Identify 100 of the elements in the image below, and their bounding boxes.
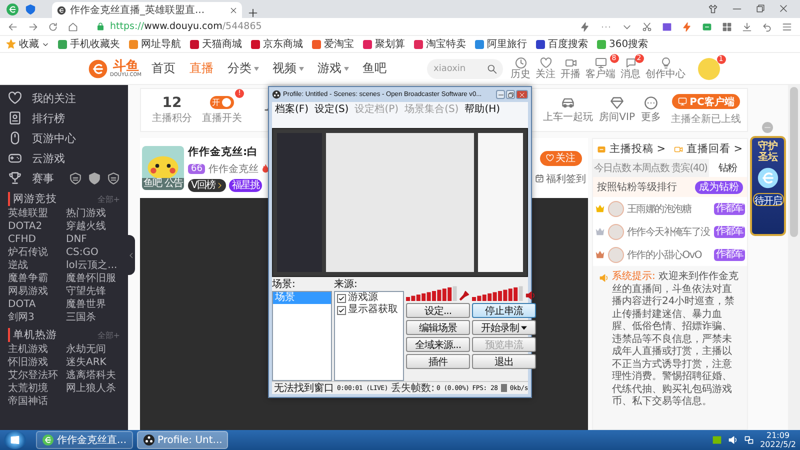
browser-tab[interactable]: 作作金克丝直播_英雄联盟直... (52, 2, 242, 18)
game-category-link[interactable]: 热门游戏 (66, 207, 106, 220)
game-category-link[interactable]: DOTA (8, 298, 36, 311)
volume-icon[interactable] (728, 435, 738, 445)
panel-link[interactable]: 主播投稿 > (597, 142, 666, 156)
room-action[interactable]: 上车一起玩 (543, 96, 594, 124)
sidebar-item[interactable]: 赛事 (8, 168, 120, 188)
streamer-name[interactable]: 作作金克丝 (208, 162, 258, 176)
rank-badge[interactable]: V回榜 (188, 178, 226, 192)
window-button[interactable]: 设定... (406, 303, 470, 318)
extension-icon[interactable] (702, 22, 712, 32)
game-category-link[interactable]: 魔兽世界 (66, 298, 106, 311)
nav-link[interactable]: 鱼吧 (362, 60, 386, 77)
game-category-link[interactable]: 逃离塔科夫 (66, 369, 116, 382)
download-icon[interactable] (742, 22, 752, 32)
sidebar-item[interactable]: 我的关注 (8, 88, 120, 108)
window-button[interactable]: 全域来源... (406, 337, 470, 352)
game-category-link[interactable]: 魔兽争霸 (8, 272, 48, 285)
game-category-link[interactable]: 迷失ARK (66, 356, 106, 369)
tray-clock[interactable]: 21:09 2022/5/2 (760, 431, 796, 449)
game-category-link[interactable]: 英雄联盟 (8, 207, 48, 220)
header-action[interactable]: 关注 (536, 57, 556, 80)
check-in-link[interactable]: 福利签到 (535, 172, 586, 186)
game-category-link[interactable]: CS:GO (66, 246, 98, 259)
avatar-tag[interactable]: 鱼吧 (144, 178, 162, 190)
bookmark-link[interactable]: 爱淘宝 (324, 37, 354, 51)
sidebar-item[interactable]: 排行榜 (8, 108, 120, 128)
nav-link[interactable]: 视频 (272, 60, 304, 77)
game-category-link[interactable]: lol云顶之... (66, 259, 118, 272)
ranking-row[interactable]: 作作的小甜心OvO 作都军 (593, 243, 747, 266)
room-action[interactable]: 房间VIP (599, 96, 635, 124)
new-tab-icon[interactable] (248, 8, 258, 18)
scrollbar[interactable] (788, 85, 800, 430)
game-category-link[interactable]: 三国杀 (66, 311, 96, 324)
bookmark-link[interactable]: 360搜索 (609, 37, 648, 51)
bookmark-link[interactable]: 京东商城 (263, 37, 303, 51)
ranking-row[interactable]: 王雨娜的泡泡糖 作都军 (593, 197, 747, 220)
close-button[interactable] (516, 90, 528, 99)
menu-item[interactable]: 帮助(H) (464, 102, 500, 116)
bookmark-link[interactable]: 聚划算 (375, 37, 405, 51)
back-icon[interactable] (8, 22, 18, 32)
game-category-link[interactable]: 穿越火线 (66, 220, 106, 233)
game-category-link[interactable]: 网易游戏 (8, 285, 48, 298)
lightning-icon[interactable] (580, 22, 590, 32)
forward-icon[interactable] (28, 22, 38, 32)
header-action[interactable]: 历史 (510, 57, 530, 80)
game-category-link[interactable]: 艾尔登法环 (8, 369, 58, 382)
bookmark-link[interactable]: 阿里旅行 (487, 37, 527, 51)
ranking-row[interactable]: 作作今天补俺车了没 作都军 (593, 220, 747, 243)
avatar-tag[interactable]: 公告 (164, 178, 182, 190)
nav-link[interactable]: 分类 (228, 60, 258, 77)
game-category-link[interactable]: DOTA2 (8, 220, 42, 233)
sidebar-item[interactable]: 云游戏 (8, 148, 120, 168)
window-button[interactable]: 停止串流 (472, 303, 536, 318)
panel-link[interactable]: 直播回看 > (674, 142, 743, 156)
collapse-handle[interactable] (128, 235, 135, 275)
bookmark-link[interactable]: 百度搜索 (548, 37, 588, 51)
source-item[interactable]: 游戏源 (348, 292, 378, 304)
game-category-link[interactable]: CFHD (8, 233, 36, 246)
game-category-link[interactable]: 守望先锋 (66, 285, 106, 298)
menu-item[interactable]: 档案(F) (275, 102, 309, 116)
game-category-link[interactable]: 魔兽怀旧服 (66, 272, 116, 285)
header-action[interactable]: 开播 (560, 57, 580, 80)
bookmark-link[interactable]: 天猫商城 (202, 37, 242, 51)
undo-icon[interactable] (762, 22, 772, 32)
user-avatar[interactable] (698, 58, 720, 80)
bookmark-link[interactable]: 手机收藏夹 (70, 37, 120, 51)
search-field[interactable]: xiaoxin (426, 58, 502, 78)
window-button[interactable]: 编辑场景 (406, 320, 470, 335)
grid-icon[interactable] (722, 22, 732, 32)
close-icon[interactable] (230, 6, 237, 14)
checkbox[interactable] (337, 294, 346, 302)
window-button[interactable]: 开始录制 (472, 320, 536, 335)
scissors-icon[interactable] (642, 22, 652, 32)
header-action[interactable]: 创作中心 (646, 57, 686, 80)
bookmark-link[interactable]: 收藏 (19, 37, 39, 51)
promo-banner[interactable]: 守护圣坛 待开启 (750, 136, 786, 236)
checkbox[interactable] (337, 306, 346, 314)
maximize-button[interactable] (506, 90, 515, 99)
menu-icon[interactable] (782, 22, 792, 32)
panel-tab[interactable]: 钻粉 (708, 159, 747, 177)
game-category-link[interactable]: 帝国神话 (8, 395, 48, 408)
game-category-link[interactable]: 逆战 (8, 259, 28, 272)
game-category-link[interactable]: 主机游戏 (8, 343, 48, 356)
game-category-link[interactable]: DNF (66, 233, 87, 246)
taskbar-button[interactable]: 作作金克丝直... (36, 431, 133, 449)
sidebar-item[interactable]: 页游中心 (8, 128, 120, 148)
window-button[interactable]: 插件 (406, 354, 470, 369)
promo-button[interactable]: 待开启 (752, 193, 784, 206)
search-icon[interactable] (486, 64, 496, 74)
browser-logo-icon[interactable] (6, 2, 19, 16)
source-item[interactable]: 显示器获取 (348, 304, 398, 316)
game-category-link[interactable]: 怀旧游戏 (8, 356, 48, 369)
reload-icon[interactable] (48, 22, 58, 32)
menu-item[interactable]: 设定(S) (314, 102, 349, 116)
home-icon[interactable] (68, 22, 78, 32)
game-category-link[interactable]: 太荒初境 (8, 382, 48, 395)
shirt-icon[interactable] (708, 4, 718, 14)
close-icon[interactable] (779, 4, 788, 13)
game-category-link[interactable]: 永劫无间 (66, 343, 106, 356)
